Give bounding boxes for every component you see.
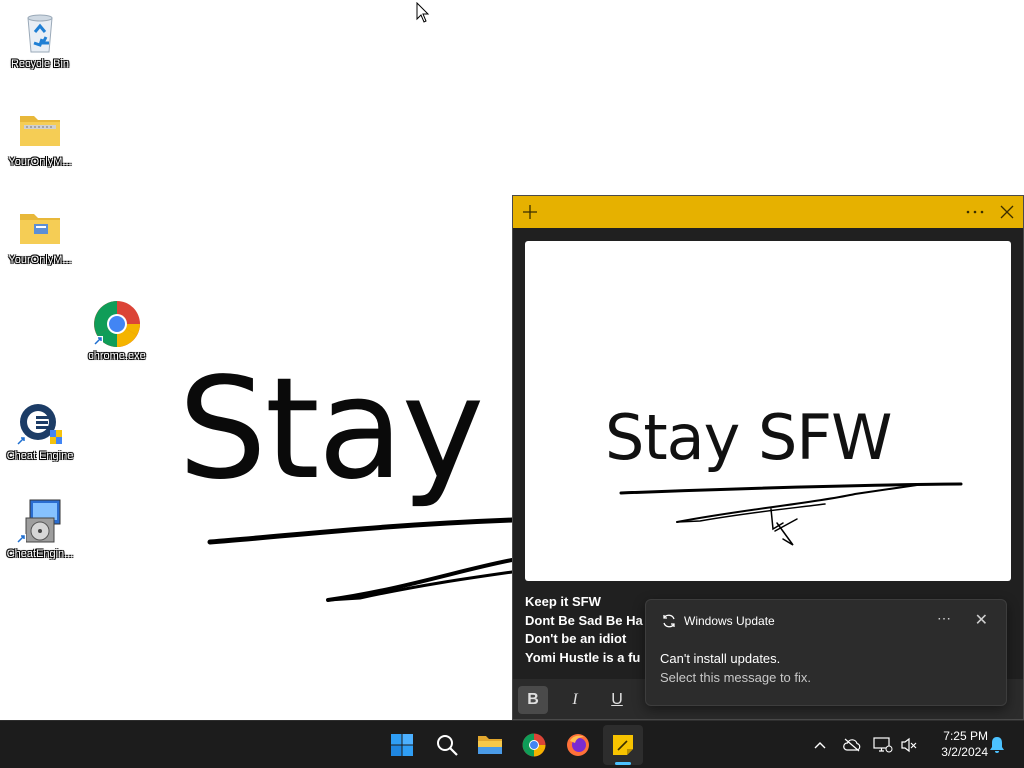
desktop-icon-zip-folder[interactable]: YourOnlyM... (0, 106, 80, 168)
mouse-cursor-icon (416, 2, 430, 23)
taskbar: 7:25 PM 3/2/2024 (0, 720, 1024, 768)
bold-button[interactable]: B (518, 686, 548, 714)
bell-icon (990, 737, 1004, 753)
notification-submessage: Select this message to fix. (660, 670, 812, 685)
onedrive-tray-button[interactable] (840, 733, 864, 757)
desktop-icon-folder[interactable]: YourOnlyM... (0, 204, 80, 266)
search-icon (437, 735, 458, 756)
zip-folder-icon (16, 106, 64, 154)
network-tray-button[interactable] (871, 733, 895, 757)
show-hidden-icons-button[interactable] (808, 733, 832, 757)
sync-icon (663, 614, 675, 628)
sticky-notes-icon (613, 735, 633, 755)
desktop-icon-cheat-engine[interactable]: Cheat Engine (0, 400, 80, 462)
close-icon (1000, 205, 1014, 219)
notification-message: Can't install updates. (660, 651, 781, 666)
more-dots-icon (966, 210, 984, 214)
recycle-bin-icon (16, 8, 64, 56)
cloud-off-icon (843, 738, 861, 752)
file-explorer-button[interactable] (470, 725, 510, 765)
speaker-muted-icon (901, 737, 917, 753)
folder-icon (16, 204, 64, 252)
windows-update-notification[interactable]: Windows Update ⋯ ✕ Can't install updates… (645, 599, 1007, 706)
underline-button[interactable]: U (602, 686, 632, 714)
running-indicator (615, 762, 631, 765)
volume-tray-button[interactable] (897, 733, 921, 757)
chrome-taskbar-button[interactable] (514, 725, 554, 765)
menu-button[interactable] (959, 196, 991, 228)
notification-center-button[interactable] (985, 733, 1009, 757)
sticky-note-titlebar[interactable] (513, 196, 1023, 228)
notification-close-button[interactable]: ✕ (975, 610, 988, 630)
start-button[interactable] (382, 725, 422, 765)
search-button[interactable] (427, 725, 467, 765)
notification-more-button[interactable]: ⋯ (937, 610, 952, 627)
chevron-up-icon (814, 742, 826, 749)
close-note-button[interactable] (991, 196, 1023, 228)
firefox-icon (567, 734, 589, 756)
start-icon (391, 734, 413, 756)
new-note-button[interactable] (514, 196, 546, 228)
clock-date: 3/2/2024 (941, 745, 988, 759)
chrome-icon (93, 300, 141, 348)
italic-button[interactable]: I (560, 686, 590, 714)
sticky-notes-taskbar-button[interactable] (603, 725, 643, 765)
cheat-engine-icon (16, 400, 64, 448)
note-embedded-image[interactable]: Stay SFW (525, 241, 1011, 581)
clock[interactable]: 7:25 PM 3/2/2024 (926, 728, 988, 760)
desktop-icon-installer[interactable]: CheatEngin... (0, 498, 80, 560)
network-icon (873, 737, 893, 753)
file-explorer-icon (478, 736, 502, 754)
installer-icon (16, 498, 64, 546)
plus-icon (523, 205, 537, 219)
note-image-scribble (619, 482, 963, 546)
notification-title: Windows Update (684, 614, 775, 628)
firefox-taskbar-button[interactable] (558, 725, 598, 765)
desktop-icon-chrome[interactable]: chrome.exe (77, 300, 157, 362)
chrome-icon (522, 733, 546, 757)
clock-time: 7:25 PM (943, 729, 988, 743)
desktop-icon-recycle-bin[interactable]: Recycle Bin (0, 8, 80, 70)
